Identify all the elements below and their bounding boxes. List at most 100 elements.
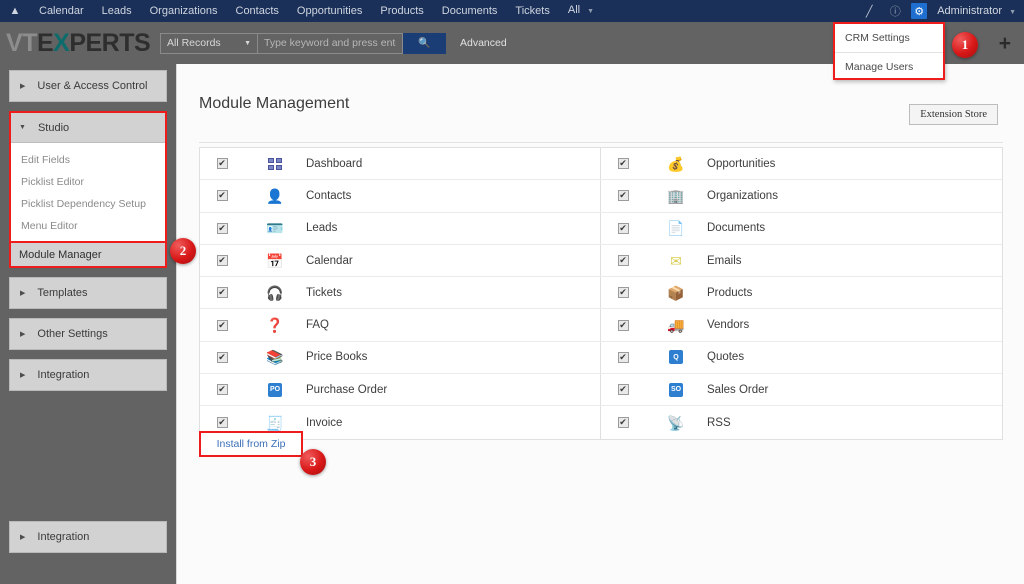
sidebar-item-label: Studio xyxy=(37,121,70,134)
module-checkbox[interactable]: ✔ xyxy=(216,384,228,396)
module-name: Documents xyxy=(707,222,766,235)
module-checkbox-cell: ✔ xyxy=(200,417,244,429)
sidebar-item-studio[interactable]: ▼ Studio xyxy=(11,113,165,143)
module-row-quotes[interactable]: ✔ Q Quotes xyxy=(601,342,1002,373)
module-checkbox[interactable]: ✔ xyxy=(216,222,228,234)
annotation-badge-1: 1 xyxy=(952,32,978,58)
pencil-icon[interactable]: ╱ xyxy=(859,0,879,22)
module-row-faq[interactable]: ✔ ❓ FAQ xyxy=(200,309,601,341)
sidebar-item-menu-editor[interactable]: Menu Editor xyxy=(11,215,165,237)
sidebar-item-integration-1[interactable]: ▶ Integration xyxy=(9,359,167,391)
module-checkbox-cell: ✔ xyxy=(601,190,645,202)
module-checkbox[interactable]: ✔ xyxy=(216,319,228,331)
lead-card-icon: 🪪 xyxy=(266,220,284,237)
menu-item-crm-settings[interactable]: CRM Settings xyxy=(835,24,943,52)
module-checkbox[interactable]: ✔ xyxy=(216,351,228,363)
module-row-leads[interactable]: ✔ 🪪 Leads xyxy=(200,212,601,244)
table-row: ✔ 🪪 Leads ✔ 📄 Documents xyxy=(200,212,1002,245)
module-name: Vendors xyxy=(707,319,750,332)
module-checkbox[interactable]: ✔ xyxy=(216,287,228,299)
module-row-emails[interactable]: ✔ ✉ Emails xyxy=(601,245,1002,276)
package-box-icon: 📦 xyxy=(667,284,685,301)
module-checkbox[interactable]: ✔ xyxy=(617,255,629,267)
nav-item-leads[interactable]: Leads xyxy=(93,0,141,22)
module-row-dashboard[interactable]: ✔ Dashboard xyxy=(200,148,601,180)
module-row-purchase-order[interactable]: ✔ PO Purchase Order xyxy=(200,374,601,406)
record-type-select[interactable]: All Records ▼ xyxy=(160,32,258,54)
nav-item-opportunities[interactable]: Opportunities xyxy=(288,0,371,22)
module-row-vendors[interactable]: ✔ 🚚 Vendors xyxy=(601,309,1002,340)
module-checkbox[interactable]: ✔ xyxy=(617,287,629,299)
sidebar-item-label: Integration xyxy=(37,531,90,543)
gear-icon[interactable]: ⚙ xyxy=(911,3,928,19)
nav-item-contacts[interactable]: Contacts xyxy=(227,0,288,22)
sidebar-item-user-access-control[interactable]: ▶ User & Access Control xyxy=(9,70,167,102)
search-group: All Records ▼ 🔍 Advanced xyxy=(160,32,507,54)
module-row-organizations[interactable]: ✔ 🏢 Organizations xyxy=(601,180,1002,211)
table-row: ✔ 🎧 Tickets ✔ 📦 Products xyxy=(200,277,1002,310)
module-checkbox[interactable]: ✔ xyxy=(216,417,228,429)
module-row-calendar[interactable]: ✔ 📅 Calendar xyxy=(200,244,601,277)
module-row-tickets[interactable]: ✔ 🎧 Tickets xyxy=(200,277,601,309)
table-row: ✔ ❓ FAQ ✔ 🚚 Vendors xyxy=(200,309,1002,342)
document-icon: 📄 xyxy=(667,220,685,237)
contact-person-icon: 👤 xyxy=(266,187,284,204)
chevron-down-icon: ▼ xyxy=(19,124,26,131)
module-checkbox[interactable]: ✔ xyxy=(617,319,629,331)
sidebar-item-label: User & Access Control xyxy=(37,80,148,92)
module-name: Organizations xyxy=(707,189,778,202)
install-from-zip-link[interactable]: Install from Zip xyxy=(217,438,286,450)
module-row-rss[interactable]: ✔ 📡 RSS xyxy=(601,406,1002,438)
module-icon-cell xyxy=(244,157,306,170)
module-row-price-books[interactable]: ✔ 📚 Price Books xyxy=(200,341,601,374)
module-row-documents[interactable]: ✔ 📄 Documents xyxy=(601,213,1002,244)
module-row-products[interactable]: ✔ 📦 Products xyxy=(601,277,1002,308)
search-button[interactable]: 🔍 xyxy=(403,32,446,54)
nav-item-all[interactable]: All ▼ xyxy=(559,0,603,23)
nav-item-products[interactable]: Products xyxy=(371,0,432,22)
module-icon-cell: 📄 xyxy=(645,221,707,235)
logo-part-perts: PERTS xyxy=(69,28,151,57)
menu-item-manage-users[interactable]: Manage Users xyxy=(835,52,943,80)
nav-item-tickets[interactable]: Tickets xyxy=(506,0,558,22)
module-row-opportunities[interactable]: ✔ 💰 Opportunities xyxy=(601,148,1002,179)
sidebar-studio-section: ▼ Studio Edit Fields Picklist Editor Pic… xyxy=(9,111,167,268)
nav-item-documents[interactable]: Documents xyxy=(433,0,507,22)
module-name: Quotes xyxy=(707,351,745,364)
module-checkbox[interactable]: ✔ xyxy=(617,158,629,170)
sidebar-item-integration-2[interactable]: ▶ Integration xyxy=(9,521,167,553)
logo-part-x: X xyxy=(53,28,70,57)
sidebar-item-templates[interactable]: ▶ Templates xyxy=(9,277,167,309)
module-checkbox[interactable]: ✔ xyxy=(216,255,228,267)
module-checkbox-cell: ✔ xyxy=(601,319,645,331)
module-row-contacts[interactable]: ✔ 👤 Contacts xyxy=(200,180,601,212)
sidebar-item-picklist-editor[interactable]: Picklist Editor xyxy=(11,171,165,193)
advanced-search-link[interactable]: Advanced xyxy=(460,37,507,49)
module-checkbox[interactable]: ✔ xyxy=(216,158,228,170)
module-checkbox[interactable]: ✔ xyxy=(617,190,629,202)
module-checkbox-cell: ✔ xyxy=(601,351,645,363)
module-checkbox[interactable]: ✔ xyxy=(617,384,629,396)
sidebar-item-module-manager[interactable]: Module Manager xyxy=(11,241,165,266)
plus-icon[interactable]: + xyxy=(999,33,1011,54)
module-checkbox[interactable]: ✔ xyxy=(617,351,629,363)
nav-item-organizations[interactable]: Organizations xyxy=(141,0,227,22)
info-icon[interactable]: ⓘ xyxy=(885,0,905,22)
module-checkbox[interactable]: ✔ xyxy=(216,190,228,202)
module-name: Leads xyxy=(306,222,338,235)
chevron-right-icon: ▶ xyxy=(20,83,26,90)
module-row-sales-order[interactable]: ✔ SO Sales Order xyxy=(601,374,1002,405)
sidebar-item-edit-fields[interactable]: Edit Fields xyxy=(11,149,165,171)
search-input[interactable] xyxy=(258,32,403,54)
user-menu[interactable]: Administrator ▼ xyxy=(937,5,1016,17)
extension-store-button[interactable]: Extension Store xyxy=(909,104,998,125)
home-icon[interactable]: ▲ xyxy=(0,0,30,22)
nav-item-calendar[interactable]: Calendar xyxy=(30,0,93,22)
module-icon-cell: PO xyxy=(244,382,306,397)
module-checkbox[interactable]: ✔ xyxy=(617,417,629,429)
module-checkbox[interactable]: ✔ xyxy=(617,222,629,234)
module-checkbox-cell: ✔ xyxy=(601,417,645,429)
sidebar-item-other-settings[interactable]: ▶ Other Settings xyxy=(9,318,167,350)
install-from-zip-box: Install from Zip xyxy=(199,431,303,457)
sidebar-item-picklist-dependency-setup[interactable]: Picklist Dependency Setup xyxy=(11,193,165,215)
